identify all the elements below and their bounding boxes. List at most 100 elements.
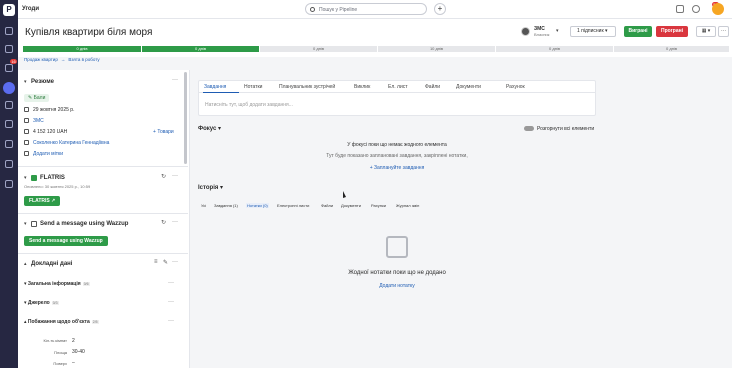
section-source[interactable]: ▾ Джерело 0/3 xyxy=(24,300,59,306)
money-icon xyxy=(24,129,29,134)
mouse-cursor-icon xyxy=(343,191,346,198)
tab-email[interactable]: Ел. лист xyxy=(388,84,408,90)
breadcrumb-stage[interactable]: Взята в роботу xyxy=(68,57,99,62)
add-products-link[interactable]: + Товари xyxy=(153,129,174,135)
won-button[interactable]: Виграні xyxy=(624,26,652,37)
more-apps-icon[interactable] xyxy=(5,180,13,188)
field-rooms-label: Кіл-ть кімнат xyxy=(43,338,67,343)
calendar-icon xyxy=(24,107,29,112)
details-title: Докладні дані xyxy=(31,261,73,267)
section-source-more[interactable]: ··· xyxy=(168,299,174,305)
activity-composer: Завдання Нотатки Планувальник зустрічей … xyxy=(198,80,596,116)
add-labels-link[interactable]: Додати мітки xyxy=(33,151,63,157)
insights-icon[interactable] xyxy=(5,140,13,148)
mail-icon[interactable] xyxy=(5,64,13,72)
tab-files[interactable]: Файли xyxy=(425,84,440,90)
main-panel: Завдання Нотатки Планувальник зустрічей … xyxy=(190,70,732,368)
products-icon[interactable] xyxy=(5,160,13,168)
breadcrumb-arrow: → xyxy=(60,57,66,62)
tab-tasks[interactable]: Завдання xyxy=(204,84,226,90)
filter-icon[interactable]: ≡ xyxy=(154,259,158,265)
section-wishes-more[interactable]: ··· xyxy=(168,318,174,324)
deals-icon[interactable] xyxy=(5,27,13,35)
schedule-task-link[interactable]: + Заплануйте завдання xyxy=(190,165,604,171)
tab-notes[interactable]: Нотатки xyxy=(244,84,262,90)
summary-title: Резюме xyxy=(31,79,54,85)
notes-empty-title: Жодної нотатки поки що не додано xyxy=(348,270,446,276)
filter-tasks[interactable]: Завдання (1) xyxy=(214,203,238,208)
close-date[interactable]: 29 жовтня 2025 р. xyxy=(33,107,74,113)
wazzup-button[interactable]: Send a message using Wazzup xyxy=(24,236,108,246)
pipedrive-logo[interactable]: P xyxy=(3,4,15,16)
contacts-icon[interactable] xyxy=(5,101,13,109)
pipeline-stage-3[interactable]: 0 днів xyxy=(260,46,377,52)
section-wishes[interactable]: ▴ Побажання щодо об'єкта 2/5 xyxy=(24,319,99,325)
history-title[interactable]: Історія ▾ xyxy=(198,184,223,191)
tag-badge[interactable]: ✎ Бали xyxy=(24,94,50,102)
user-avatar[interactable] xyxy=(712,3,724,15)
tab-call[interactable]: Виклик xyxy=(354,84,370,90)
section-general[interactable]: ▾ Загальна інформація 0/6 xyxy=(24,281,90,287)
breadcrumb-pipeline[interactable]: Продаж квартир xyxy=(24,57,58,62)
lost-button[interactable]: Програні xyxy=(656,26,688,37)
person-link[interactable]: Соколенко Катерина Геннадіївна xyxy=(33,140,109,146)
filter-invoices[interactable]: Рахунки xyxy=(371,203,386,208)
view-grid-button[interactable]: ▦ ▾ xyxy=(696,26,716,37)
campaigns-icon[interactable] xyxy=(5,120,13,128)
organization-link[interactable]: ЗМС xyxy=(33,118,44,124)
details-more-button[interactable]: ··· xyxy=(172,259,178,265)
filter-notes[interactable]: Нотатки (0) xyxy=(246,203,269,208)
wazzup-chevron-icon[interactable]: ▾ xyxy=(24,221,27,227)
page-title: Угоди xyxy=(22,6,40,12)
add-note-link[interactable]: Додати нотатку xyxy=(190,283,604,289)
tab-scheduler[interactable]: Планувальник зустрічей xyxy=(279,84,335,90)
expand-all-toggle[interactable] xyxy=(524,126,534,131)
filter-all[interactable]: Усі xyxy=(201,203,206,208)
focus-title[interactable]: Фокус ▾ xyxy=(198,125,221,132)
tab-documents[interactable]: Документи xyxy=(456,84,481,90)
left-scrollbar[interactable] xyxy=(184,72,187,164)
summary-chevron-icon[interactable]: ▾ xyxy=(24,79,27,85)
filter-emails[interactable]: Електронні листи xyxy=(277,203,309,208)
more-button[interactable]: ··· xyxy=(718,26,729,37)
deal-title[interactable]: Купівля квартири біля моря xyxy=(25,27,152,38)
field-floor-value[interactable]: – xyxy=(72,360,75,366)
pipeline-stage-2[interactable]: 0 днів xyxy=(142,46,259,52)
field-area-value[interactable]: 30-40 xyxy=(72,349,85,355)
label-icon xyxy=(24,151,29,156)
pipeline-stage-5[interactable]: 0 днів xyxy=(496,46,613,52)
owner-role: Власник xyxy=(534,32,550,37)
leads-icon[interactable] xyxy=(5,45,13,53)
help-icon[interactable] xyxy=(692,5,700,13)
refresh-icon[interactable]: ↻ xyxy=(161,219,166,226)
field-rooms-value[interactable]: 2 xyxy=(72,338,75,344)
quick-add-button[interactable]: + xyxy=(434,3,446,15)
subscribers-button[interactable]: 1 підписник ▾ xyxy=(570,26,616,37)
tab-invoice[interactable]: Рахунок xyxy=(506,84,525,90)
section-general-more[interactable]: ··· xyxy=(168,280,174,286)
pipeline-stage-6[interactable]: 0 днів xyxy=(614,46,729,52)
flatris-chevron-icon[interactable]: ▾ xyxy=(24,175,27,181)
deals-active-icon[interactable] xyxy=(3,82,15,94)
filter-documents[interactable]: Документи xyxy=(341,203,361,208)
deal-value[interactable]: 4 152 120 UAH xyxy=(33,129,67,135)
owner-avatar[interactable] xyxy=(521,27,530,36)
marketplace-icon[interactable] xyxy=(676,5,684,13)
details-chevron-icon[interactable]: ▴ xyxy=(24,261,27,267)
filter-files[interactable]: Файли xyxy=(321,203,333,208)
search-placeholder: Пошук у Pipeline xyxy=(319,6,358,13)
search-input[interactable]: Пошук у Pipeline xyxy=(305,3,427,15)
edit-icon[interactable]: ✎ xyxy=(163,259,168,266)
summary-more-button[interactable]: ··· xyxy=(172,77,178,83)
flatris-button[interactable]: FLATRIS ↗ xyxy=(24,196,61,206)
search-icon xyxy=(310,6,315,12)
pipeline-stage-4[interactable]: 10 днів xyxy=(378,46,495,52)
refresh-icon[interactable]: ↻ xyxy=(161,173,166,180)
task-input[interactable]: Натисніть тут, щоб додати завдання... xyxy=(205,102,293,108)
flatris-more-button[interactable]: ··· xyxy=(172,173,178,179)
wazzup-app-icon xyxy=(31,221,37,227)
filter-changelog[interactable]: Журнал змін xyxy=(396,203,419,208)
wazzup-more-button[interactable]: ··· xyxy=(172,219,178,225)
chevron-down-icon[interactable]: ▾ xyxy=(556,28,559,34)
pipeline-stage-1[interactable]: 0 днів xyxy=(23,46,141,52)
